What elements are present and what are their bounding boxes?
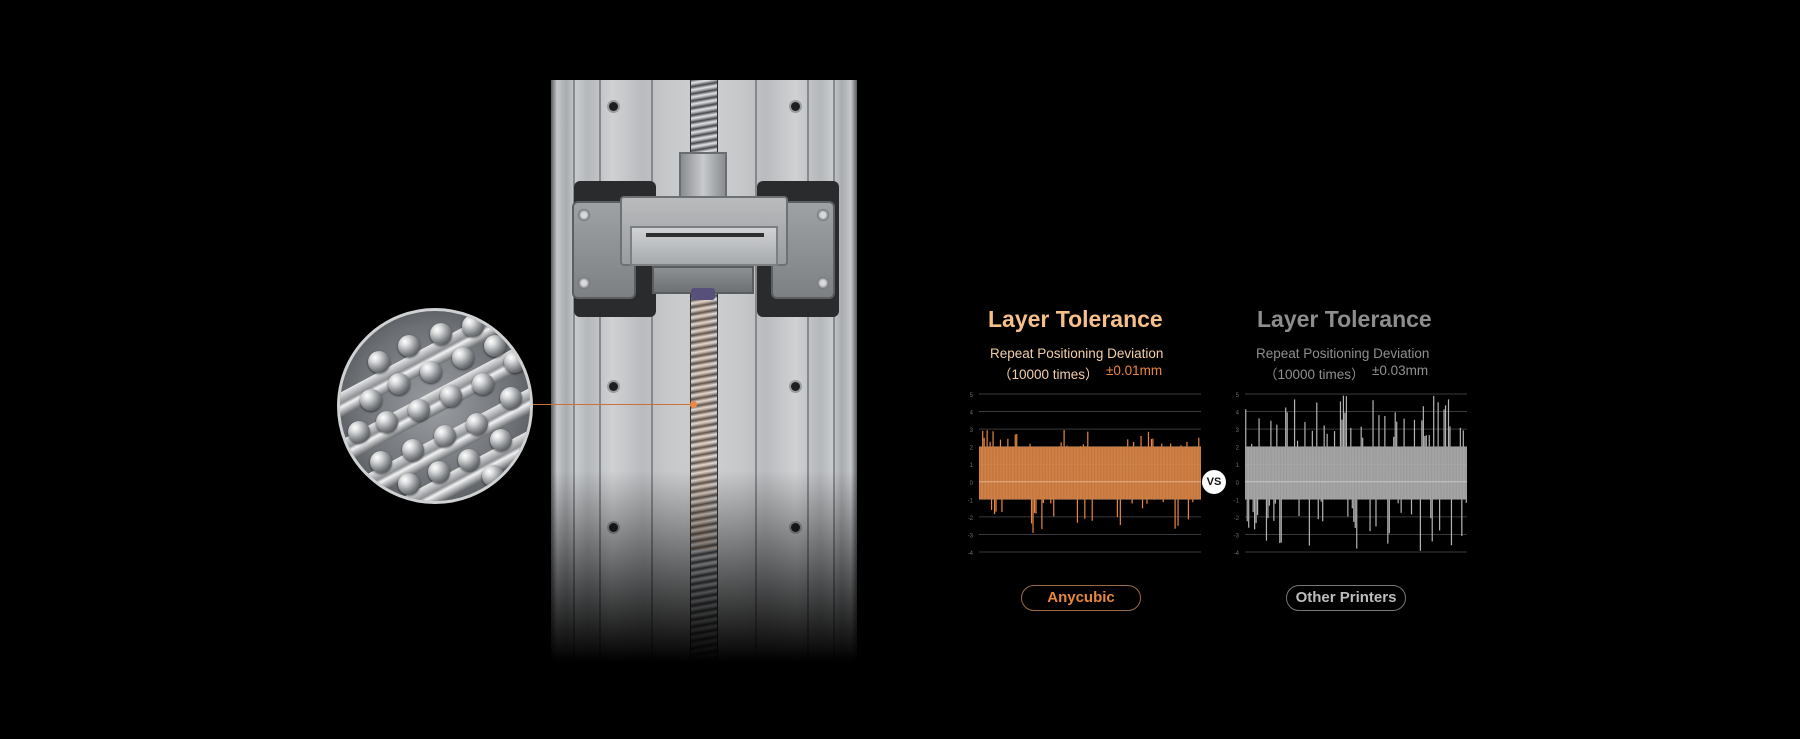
carriage-stem	[679, 152, 727, 202]
y-tick-label: 0	[970, 481, 974, 487]
bearing-ball	[434, 425, 456, 447]
bearing-ball	[458, 449, 480, 471]
y-tick-label: 4	[970, 411, 974, 417]
bearing-ball	[430, 323, 452, 345]
rail-mount-hole	[609, 102, 618, 111]
bearing-ball	[368, 351, 390, 373]
bolt-icon	[578, 209, 590, 221]
rail-mount-hole	[791, 102, 800, 111]
y-tick-label: 1	[1236, 463, 1240, 469]
anycubic-chart-subtitle: Repeat Positioning Deviation	[990, 346, 1164, 361]
anycubic-deviation-chart: 5 4 3 2 1 0 -1 -2 -3 -4	[968, 393, 1201, 557]
y-tick-label: -3	[1234, 533, 1240, 539]
y-tick-label: 5	[1236, 393, 1240, 399]
anycubic-chart-title: Layer Tolerance	[988, 306, 1163, 332]
bearing-ball	[398, 335, 420, 357]
bearing-ball	[398, 473, 420, 495]
y-tick-label: -2	[968, 516, 974, 522]
bearing-ball	[428, 461, 450, 483]
y-tick-label: -4	[1234, 551, 1240, 557]
bearing-ball	[408, 399, 430, 421]
other-chart-title: Layer Tolerance	[1257, 306, 1432, 332]
y-tick-label: 2	[970, 446, 974, 452]
anycubic-deviation-value: ±0.01mm	[1106, 363, 1163, 378]
other-deviation-value: ±0.03mm	[1372, 363, 1429, 378]
other-chart-subtitle: Repeat Positioning Deviation	[1256, 346, 1430, 361]
bearing-ball	[490, 429, 512, 451]
bearing-ball	[402, 439, 424, 461]
bearing-ball	[484, 335, 506, 357]
rail-mount-hole	[791, 382, 800, 391]
bearing-ball	[348, 421, 370, 443]
bolt-icon	[578, 277, 590, 289]
y-tick-label: 2	[1236, 446, 1240, 452]
y-tick-label: 3	[970, 428, 974, 434]
bearing-ball	[440, 385, 462, 407]
bolt-icon	[817, 277, 829, 289]
zoom-callout-dot	[690, 401, 697, 408]
anycubic-legend-label: Anycubic	[1021, 585, 1141, 611]
bearing-ball	[370, 451, 392, 473]
carriage-slot	[646, 233, 764, 237]
y-tick-label: -4	[968, 551, 974, 557]
bearing-zoom-circle	[337, 308, 533, 504]
y-tick-label: 3	[1236, 428, 1240, 434]
lead-screw-nut	[691, 288, 715, 300]
product-feature-banner: Layer Tolerance Repeat Positioning Devia…	[0, 0, 1800, 739]
carriage-front	[630, 226, 778, 266]
other-deviation-chart: 5 4 3 2 1 0 -1 -2 -3 -4	[1234, 393, 1467, 557]
other-legend-label: Other Printers	[1286, 585, 1406, 611]
bearing-ball	[482, 465, 504, 487]
bearing-ball	[376, 411, 398, 433]
bearing-ball	[452, 347, 474, 369]
bolt-icon	[817, 209, 829, 221]
zoom-callout-line	[533, 404, 694, 405]
y-tick-label: 1	[970, 463, 974, 469]
y-tick-label: -3	[968, 533, 974, 539]
bearing-ball	[500, 387, 522, 409]
other-sample-count: （10000 times）	[1264, 367, 1365, 382]
vs-badge: VS	[1202, 470, 1226, 494]
y-tick-label: 5	[970, 393, 974, 399]
bearing-ball	[466, 413, 488, 435]
bearing-ball	[420, 361, 442, 383]
bearing-ball	[462, 315, 484, 337]
bearing-ball	[388, 373, 410, 395]
rail-mount-hole	[609, 382, 618, 391]
bearing-ball	[472, 373, 494, 395]
y-tick-label: -1	[1234, 498, 1240, 504]
bearing-ball	[360, 389, 382, 411]
anycubic-sample-count: （10000 times）	[998, 367, 1099, 382]
y-tick-label: -2	[1234, 516, 1240, 522]
rail-bottom-fade	[551, 470, 857, 662]
y-tick-label: 0	[1236, 481, 1240, 487]
y-tick-label: 4	[1236, 411, 1240, 417]
y-tick-label: -1	[968, 498, 974, 504]
bearing-ball	[504, 351, 526, 373]
